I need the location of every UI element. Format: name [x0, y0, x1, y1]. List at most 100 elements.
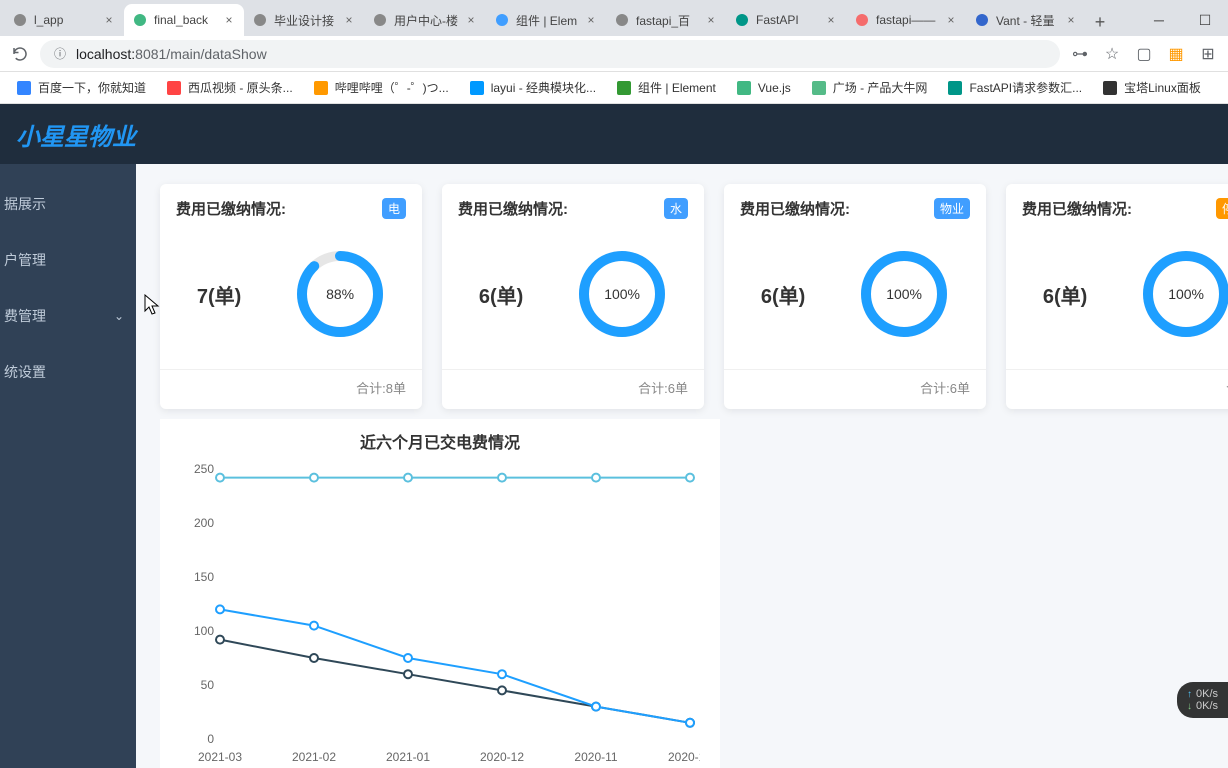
chart-data-point[interactable] [592, 703, 600, 711]
chevron-down-icon: ⌄ [114, 309, 124, 323]
extension-icon-2[interactable]: ▦ [1164, 42, 1188, 66]
browser-tab[interactable]: fastapi_百× [606, 4, 726, 36]
bookmark-label: 西瓜视频 - 原头条... [188, 79, 293, 96]
url-input[interactable]: ⓘ localhost:8081/main/dataShow [40, 40, 1060, 68]
maximize-button[interactable]: ☐ [1182, 4, 1228, 36]
bookmark-favicon [166, 80, 182, 96]
stat-card: 费用已缴纳情况: 水 6(单) 100% 合计:6单 [442, 184, 704, 409]
chart-data-point[interactable] [310, 474, 318, 482]
browser-tab[interactable]: 毕业设计接 × [244, 4, 364, 36]
stat-cards-row: 费用已缴纳情况: 电 7(单) 88% 合计:8单 费用已缴纳情况: 水 6(单… [160, 184, 1228, 409]
y-tick-label: 0 [207, 732, 214, 746]
star-icon[interactable]: ☆ [1100, 42, 1124, 66]
chart-data-point[interactable] [404, 474, 412, 482]
bookmark-label: 宝塔Linux面板 [1124, 79, 1201, 96]
bookmark-item[interactable]: 广场 - 产品大牛网 [803, 75, 936, 100]
bookmark-item[interactable]: 宝塔Linux面板 [1094, 75, 1209, 100]
chart-data-point[interactable] [498, 474, 506, 482]
card-title: 费用已缴纳情况: [458, 198, 568, 219]
bookmark-label: 组件 | Element [638, 79, 716, 96]
chart-data-point[interactable] [216, 605, 224, 613]
tab-close-icon[interactable]: × [102, 13, 116, 27]
browser-tab-strip: l_app×final_back×毕业设计接×用户中心-楼×组件 | Elem×… [0, 0, 1228, 36]
chart-data-point[interactable] [404, 654, 412, 662]
bookmark-label: layui - 经典模块化... [491, 79, 596, 96]
progress-percent: 100% [1141, 249, 1228, 339]
url-text: localhost:8081/main/dataShow [76, 46, 267, 62]
x-tick-label: 2021-01 [386, 750, 430, 764]
bookmark-item[interactable]: layui - 经典模块化... [461, 75, 604, 100]
card-badge: 物业 [934, 198, 970, 219]
card-footer: 合计 [1006, 369, 1228, 409]
tab-favicon [132, 12, 148, 28]
bookmark-item[interactable]: FastAPI请求参数汇... [939, 75, 1090, 100]
bookmark-favicon [16, 80, 32, 96]
tab-title: Vant - 轻量 [996, 12, 1058, 29]
card-count: 6(单) [479, 280, 523, 309]
browser-tab[interactable]: 用户中心-楼× [364, 4, 486, 36]
bookmark-item[interactable]: 哔哩哔哩（゜-゜)つ... [305, 75, 457, 100]
new-tab-button[interactable]: + [1086, 8, 1114, 36]
chart-data-point[interactable] [498, 686, 506, 694]
chart-data-point[interactable] [686, 719, 694, 727]
reload-icon[interactable] [8, 42, 32, 66]
bookmark-item[interactable]: Vue.js [728, 76, 799, 100]
browser-tab[interactable]: l_app× [4, 4, 124, 36]
bookmark-favicon [313, 80, 329, 96]
chart-data-point[interactable] [310, 622, 318, 630]
tab-close-icon[interactable]: × [222, 13, 236, 27]
tab-close-icon[interactable]: × [824, 13, 838, 27]
extension-icon-3[interactable]: ⊞ [1196, 42, 1220, 66]
chart-series-line [220, 609, 690, 722]
card-footer: 合计:6单 [724, 369, 986, 409]
bookmark-label: 百度一下，你就知道 [38, 79, 146, 96]
chart-panel: 近六个月已交电费情况 0501001502002502021-032021-02… [160, 419, 720, 768]
network-speed-widget[interactable]: ↑0K/s ↓0K/s [1177, 682, 1228, 718]
sidebar-item[interactable]: 据展示 [0, 176, 136, 232]
minimize-button[interactable]: ─ [1136, 4, 1182, 36]
sidebar-item[interactable]: 费管理⌄ [0, 288, 136, 344]
bookmark-label: Vue.js [758, 81, 791, 95]
x-tick-label: 2021-03 [198, 750, 242, 764]
tab-close-icon[interactable]: × [464, 13, 478, 27]
x-tick-label: 2020-12 [480, 750, 524, 764]
bookmark-item[interactable]: 百度一下，你就知道 [8, 75, 154, 100]
tab-close-icon[interactable]: × [704, 13, 718, 27]
browser-tab[interactable]: fastapi—— × [846, 4, 966, 36]
chart-data-point[interactable] [498, 670, 506, 678]
chart-data-point[interactable] [216, 636, 224, 644]
chart-data-point[interactable] [404, 670, 412, 678]
browser-tab[interactable]: 组件 | Elem× [486, 4, 606, 36]
bookmark-favicon [736, 80, 752, 96]
bookmark-item[interactable]: 西瓜视频 - 原头条... [158, 75, 301, 100]
progress-percent: 100% [577, 249, 667, 339]
bookmark-item[interactable]: 组件 | Element [608, 75, 724, 100]
chart-data-point[interactable] [686, 474, 694, 482]
progress-percent: 100% [859, 249, 949, 339]
browser-tab[interactable]: Vant - 轻量 × [966, 4, 1086, 36]
line-chart[interactable]: 0501001502002502021-032021-022021-012020… [180, 459, 700, 768]
tab-favicon [252, 12, 268, 28]
extension-icon-1[interactable]: ▢ [1132, 42, 1156, 66]
tab-close-icon[interactable]: × [342, 13, 356, 27]
sidebar-item[interactable]: 户管理 [0, 232, 136, 288]
sidebar: 据展示户管理费管理⌄统设置 [0, 164, 136, 768]
sidebar-item[interactable]: 统设置 [0, 344, 136, 400]
stat-card: 费用已缴纳情况: 电 7(单) 88% 合计:8单 [160, 184, 422, 409]
tab-favicon [494, 12, 510, 28]
x-tick-label: 2021-02 [292, 750, 336, 764]
tab-close-icon[interactable]: × [1064, 13, 1078, 27]
y-tick-label: 250 [194, 462, 214, 476]
browser-tab[interactable]: FastAPI× [726, 4, 846, 36]
chart-data-point[interactable] [592, 474, 600, 482]
tab-title: fastapi—— [876, 13, 938, 27]
chart-data-point[interactable] [216, 474, 224, 482]
card-count: 6(单) [761, 280, 805, 309]
tab-title: 毕业设计接 [274, 12, 336, 29]
browser-tab[interactable]: final_back× [124, 4, 244, 36]
chart-data-point[interactable] [310, 654, 318, 662]
tab-close-icon[interactable]: × [584, 13, 598, 27]
info-icon: ⓘ [52, 46, 68, 62]
tab-close-icon[interactable]: × [944, 13, 958, 27]
key-icon[interactable]: ⊶ [1068, 42, 1092, 66]
